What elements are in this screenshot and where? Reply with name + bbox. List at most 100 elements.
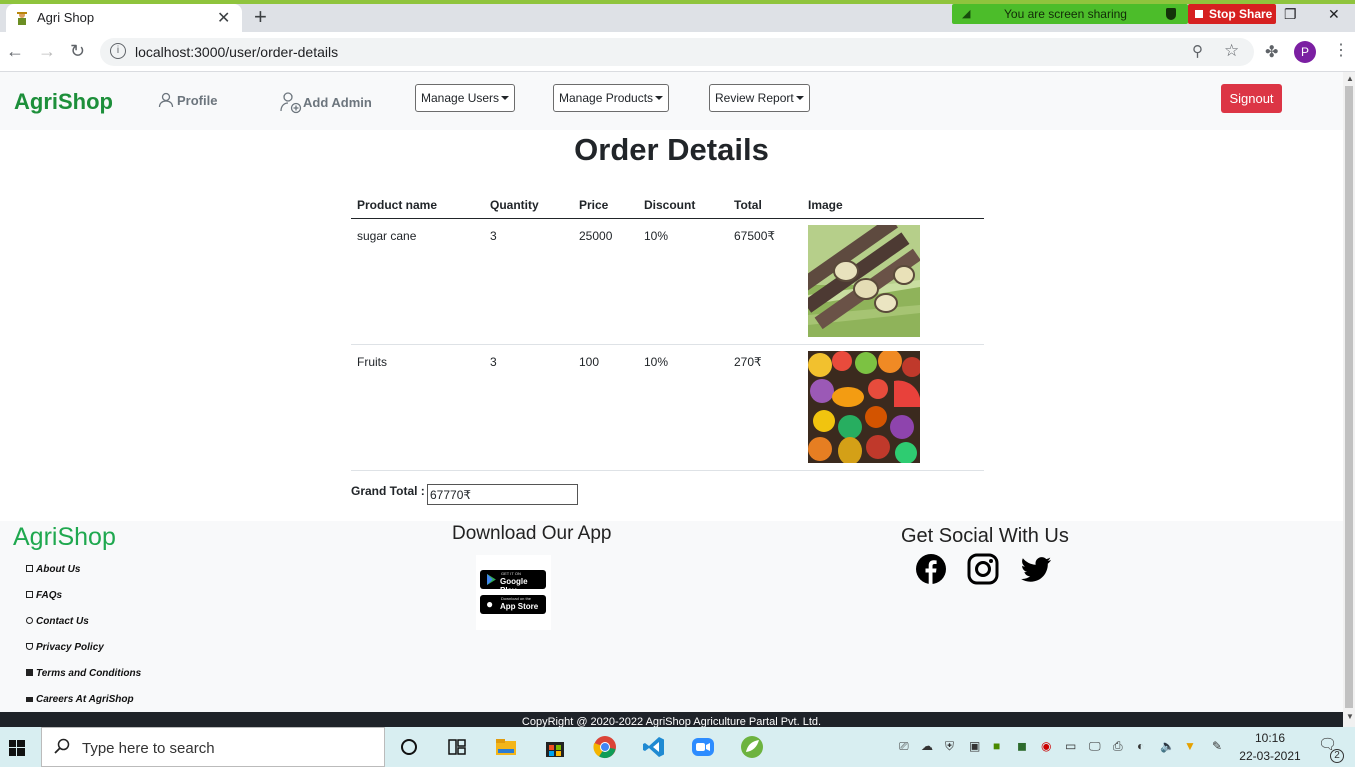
manage-products-label: Manage Products [559, 91, 654, 105]
antivirus-icon[interactable]: ◉ [1041, 739, 1051, 753]
zoom-app-icon[interactable] [691, 735, 715, 759]
app-store-small-text: Download on the [501, 596, 532, 601]
url-text[interactable]: localhost:3000/user/order-details [135, 44, 338, 60]
spring-tool-icon[interactable] [740, 735, 764, 759]
instagram-icon[interactable] [967, 553, 999, 585]
browser-tab[interactable]: Agri Shop ✕ [6, 4, 242, 32]
copyright-bar: CopyRight @ 2020-2022 AgriShop Agricultu… [0, 712, 1343, 728]
google-play-badge[interactable]: GET IT ON Google Play [480, 570, 546, 595]
table-row: Fruits 3 100 10% 270₹ [351, 345, 984, 471]
briefcase-icon [26, 697, 33, 702]
download-app-heading: Download Our App [452, 523, 612, 544]
footer-link-faqs[interactable]: FAQs [26, 590, 62, 601]
back-icon[interactable]: ← [6, 41, 24, 62]
new-tab-icon[interactable]: + [254, 4, 267, 30]
zoom-tray-icon[interactable]: ▣ [969, 739, 980, 753]
store-icon[interactable] [543, 735, 567, 759]
fruits-image [808, 351, 920, 463]
security-icon[interactable]: ⛨ [945, 739, 954, 754]
site-navbar: AgriShop Profile Add Admin Manage Users … [0, 72, 1343, 130]
taskbar-search-box[interactable]: Type here to search [41, 727, 385, 767]
manage-products-dropdown[interactable]: Manage Products [553, 84, 670, 112]
product-name-cell: sugar cane [357, 229, 417, 243]
sharing-icon[interactable]: ◐ [1137, 739, 1144, 753]
app-tray-icon[interactable]: ◼ [1017, 739, 1027, 753]
task-view-icon[interactable] [445, 735, 469, 759]
apple-icon: ● [486, 597, 494, 611]
scroll-up-icon[interactable]: ▲ [1346, 74, 1354, 83]
stop-share-label: Stop Share [1209, 7, 1273, 21]
quantity-cell: 3 [490, 229, 497, 243]
scroll-down-icon[interactable]: ▼ [1346, 712, 1354, 721]
footer-link-label: Terms and Conditions [36, 668, 142, 679]
onedrive-icon[interactable]: ☁ [921, 739, 933, 753]
footer-link-label: Contact Us [36, 616, 89, 627]
user-icon [158, 92, 174, 108]
add-admin-link[interactable]: Add Admin [279, 90, 372, 114]
device-icon[interactable]: ▭ [1065, 739, 1076, 753]
scrollbar-thumb[interactable] [1345, 86, 1353, 708]
footer-link-careers[interactable]: Careers At AgriShop [26, 694, 134, 705]
reload-icon[interactable]: ↻ [70, 41, 85, 62]
navbar-brand[interactable]: AgriShop [14, 89, 113, 115]
footer-link-contact[interactable]: Contact Us [26, 616, 89, 627]
chrome-icon[interactable] [593, 735, 617, 759]
stop-share-button[interactable]: Stop Share [1188, 4, 1276, 24]
browser-menu-icon[interactable]: ⋮ [1333, 40, 1349, 60]
network-icon[interactable]: 🖵 [1089, 739, 1101, 754]
app-store-badge[interactable]: ● Download on the App Store [480, 595, 546, 614]
browser-toolbar: ← → ↻ i localhost:3000/user/order-detail… [0, 32, 1355, 72]
total-cell: 270₹ [734, 355, 762, 369]
forward-icon[interactable]: → [38, 41, 56, 62]
review-report-dropdown[interactable]: Review Report [709, 84, 810, 112]
favicon-icon [17, 12, 27, 25]
column-header: Quantity [490, 198, 539, 212]
signout-button[interactable]: Signout [1221, 84, 1282, 113]
wifi-icon[interactable]: ▼ [1184, 739, 1196, 753]
document-icon [26, 669, 33, 676]
app-store-badges: GET IT ON Google Play ● Download on the … [476, 555, 551, 630]
add-user-icon [280, 92, 302, 114]
cortana-icon[interactable] [397, 735, 421, 759]
page-scrollbar[interactable]: ▲ ▼ [1343, 72, 1355, 727]
page-title: Order Details [574, 132, 769, 167]
tab-close-icon[interactable]: ✕ [217, 8, 230, 28]
search-placeholder: Type here to search [82, 740, 215, 757]
volume-icon[interactable]: 🔈 [1160, 739, 1175, 753]
extensions-icon[interactable]: ✤ [1265, 42, 1278, 62]
printer-icon[interactable]: ⎙ [1113, 739, 1123, 754]
product-name-cell: Fruits [357, 355, 387, 369]
restore-window-icon[interactable]: ❐ [1284, 6, 1297, 23]
vscode-icon[interactable] [642, 735, 666, 759]
profile-avatar[interactable]: P [1294, 41, 1316, 63]
nvidia-icon[interactable]: ■ [993, 739, 1000, 753]
column-header: Price [579, 198, 609, 212]
caret-down-icon [501, 96, 510, 100]
address-bar[interactable]: i localhost:3000/user/order-details ⚲ ☆ [100, 38, 1254, 66]
pen-icon[interactable]: ✎ [1212, 739, 1222, 753]
zoom-icon[interactable]: ⚲ [1192, 42, 1203, 60]
footer-link-about[interactable]: About Us [26, 564, 80, 575]
sugar-cane-image [808, 225, 920, 337]
table-row: sugar cane 3 25000 10% 67500₹ [351, 219, 984, 345]
close-window-icon[interactable]: ✕ [1328, 6, 1340, 23]
meet-now-icon[interactable]: ⎚ [899, 739, 909, 754]
manage-users-dropdown[interactable]: Manage Users [415, 84, 516, 112]
footer-link-terms[interactable]: Terms and Conditions [26, 668, 141, 679]
footer-link-label: FAQs [36, 590, 63, 601]
profile-link[interactable]: Profile [158, 92, 217, 108]
system-clock[interactable]: 10:16 22-03-2021 [1238, 731, 1302, 763]
site-info-icon[interactable]: i [110, 43, 126, 59]
contact-icon [26, 617, 33, 624]
social-heading: Get Social With Us [901, 525, 1069, 547]
windows-start-icon[interactable] [9, 740, 25, 756]
twitter-icon[interactable] [1020, 553, 1052, 585]
bookmark-star-icon[interactable]: ☆ [1224, 41, 1239, 61]
grand-total-field[interactable] [427, 484, 578, 505]
app-store-text: App Store [500, 602, 539, 611]
screen-share-bar: ◢ You are screen sharing [952, 4, 1188, 24]
facebook-icon[interactable] [915, 553, 947, 585]
play-icon [487, 574, 496, 585]
footer-link-privacy[interactable]: Privacy Policy [26, 642, 104, 653]
file-explorer-icon[interactable] [494, 735, 518, 759]
